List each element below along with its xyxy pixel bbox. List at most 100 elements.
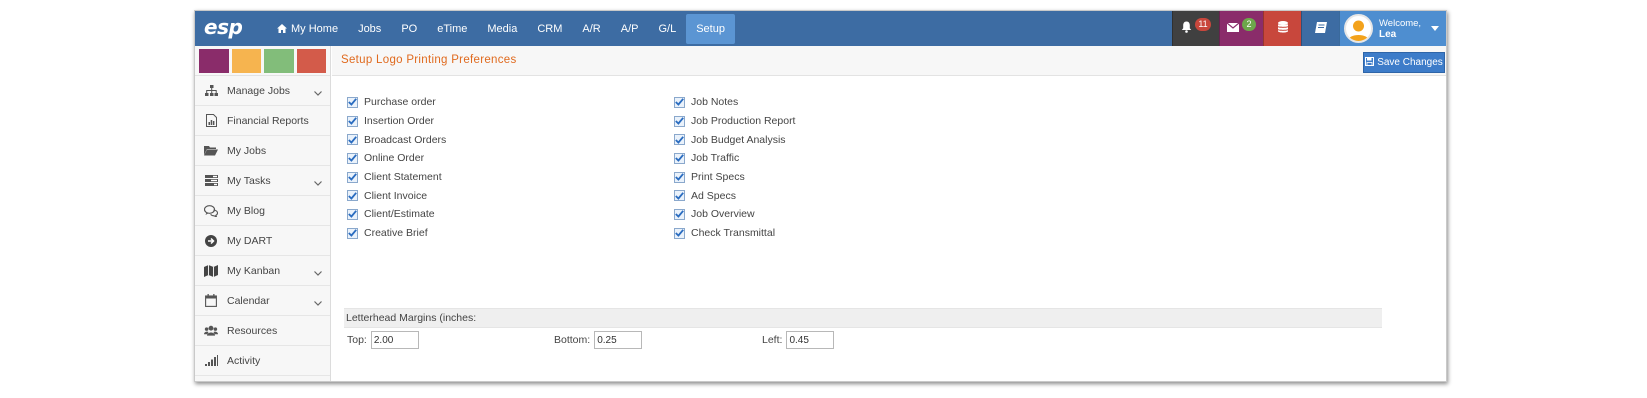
swatch-purple[interactable] bbox=[199, 48, 229, 73]
sidebar-item-manage-jobs[interactable]: Manage Jobs bbox=[195, 76, 330, 106]
nav-ar[interactable]: A/R bbox=[572, 14, 610, 44]
checkbox[interactable] bbox=[347, 208, 358, 220]
pref-label: Client Invoice bbox=[364, 189, 428, 202]
database-icon bbox=[1277, 21, 1288, 36]
messages-button[interactable]: 2 bbox=[1219, 11, 1263, 46]
sidebar-item-label: Resources bbox=[227, 324, 278, 337]
sidebar-item-label: My Blog bbox=[227, 204, 265, 217]
nav-label: A/P bbox=[620, 22, 639, 35]
pref-row: Insertion Order bbox=[347, 112, 446, 131]
notifications-badge: 11 bbox=[1195, 18, 1211, 31]
nav-label: Setup bbox=[696, 22, 725, 35]
pref-label: Check Transmittal bbox=[691, 227, 776, 240]
checkbox[interactable] bbox=[674, 190, 685, 202]
margin-top-input[interactable] bbox=[370, 331, 419, 349]
sidebar-item-resources[interactable]: Resources bbox=[195, 316, 330, 346]
chevron-down-icon bbox=[314, 87, 322, 96]
pref-label: Client/Estimate bbox=[364, 208, 435, 221]
checkbox[interactable] bbox=[674, 227, 685, 239]
sidebar-item-activity[interactable]: Activity bbox=[195, 346, 330, 376]
sidebar-item-financial-reports[interactable]: Financial Reports bbox=[195, 106, 330, 136]
sidebar-item-label: Calendar bbox=[227, 294, 270, 307]
pref-row: Job Budget Analysis bbox=[674, 130, 795, 149]
sidebar-item-my-kanban[interactable]: My Kanban bbox=[195, 256, 330, 286]
database-button[interactable] bbox=[1263, 11, 1301, 46]
nav-label: My Home bbox=[291, 22, 339, 35]
sidebar-item-label: My Tasks bbox=[227, 174, 271, 187]
nav-po[interactable]: PO bbox=[391, 14, 427, 44]
margin-top-label: Top: bbox=[347, 334, 367, 346]
nav-label: CRM bbox=[537, 22, 563, 35]
tasks-icon bbox=[204, 174, 218, 188]
avatar bbox=[1344, 14, 1373, 43]
pref-label: Print Specs bbox=[691, 171, 745, 184]
swatch-orange[interactable] bbox=[231, 48, 261, 73]
save-changes-button[interactable]: Save Changes bbox=[1363, 52, 1445, 73]
checkbox[interactable] bbox=[347, 227, 358, 239]
sidebar-item-label: My Kanban bbox=[227, 264, 281, 277]
checkbox[interactable] bbox=[347, 152, 358, 164]
nav-jobs[interactable]: Jobs bbox=[348, 14, 391, 44]
nav-etime[interactable]: eTime bbox=[427, 14, 477, 44]
theme-swatches bbox=[195, 46, 330, 76]
nav-ap[interactable]: A/P bbox=[611, 14, 649, 44]
help-book-button[interactable] bbox=[1301, 11, 1339, 46]
welcome-label: Welcome, bbox=[1379, 17, 1422, 29]
preferences-right-column: Job Notes Job Production Report Job Budg… bbox=[674, 93, 795, 243]
checkbox[interactable] bbox=[347, 171, 358, 183]
swatch-green[interactable] bbox=[264, 48, 294, 73]
nav-my-home[interactable]: My Home bbox=[267, 14, 348, 44]
comments-icon bbox=[204, 204, 218, 218]
pref-label: Creative Brief bbox=[364, 227, 428, 240]
pref-label: Purchase order bbox=[364, 96, 436, 109]
nav-gl[interactable]: G/L bbox=[648, 14, 686, 44]
checkbox[interactable] bbox=[674, 152, 685, 164]
checkbox[interactable] bbox=[347, 96, 358, 108]
swatch-red[interactable] bbox=[296, 48, 326, 73]
margin-bottom-label: Bottom: bbox=[554, 334, 591, 346]
sidebar-menu: Manage Jobs Financial Reports My Jobs My… bbox=[195, 76, 330, 376]
pref-row: Broadcast Orders bbox=[347, 130, 446, 149]
user-menu[interactable]: Welcome, Lea bbox=[1339, 11, 1446, 46]
pref-row: Job Production Report bbox=[674, 112, 795, 131]
page-title: Setup Logo Printing Preferences bbox=[341, 54, 517, 66]
save-label: Save Changes bbox=[1377, 57, 1443, 68]
sidebar-item-my-tasks[interactable]: My Tasks bbox=[195, 166, 330, 196]
nav-setup[interactable]: Setup bbox=[686, 13, 735, 44]
sidebar-item-my-jobs[interactable]: My Jobs bbox=[195, 136, 330, 166]
calendar-icon bbox=[204, 294, 218, 308]
nav-media[interactable]: Media bbox=[477, 14, 527, 44]
app-logo[interactable]: esp bbox=[204, 15, 243, 39]
pref-row: Job Overview bbox=[674, 205, 795, 224]
pref-label: Ad Specs bbox=[691, 189, 736, 202]
chevron-down-icon bbox=[314, 267, 322, 276]
checkbox[interactable] bbox=[347, 134, 358, 146]
letterhead-margins-heading: Letterhead Margins (inches: bbox=[344, 308, 1382, 328]
notifications-button[interactable]: 11 bbox=[1172, 11, 1219, 46]
checkbox[interactable] bbox=[347, 190, 358, 202]
margin-bottom-input[interactable] bbox=[594, 331, 643, 349]
pref-label: Client Statement bbox=[364, 171, 442, 184]
sidebar-item-calendar[interactable]: Calendar bbox=[195, 286, 330, 316]
checkbox[interactable] bbox=[674, 115, 685, 127]
sidebar-item-label: Manage Jobs bbox=[227, 84, 291, 97]
checkbox[interactable] bbox=[674, 96, 685, 108]
signal-icon bbox=[204, 354, 218, 368]
pref-row: Check Transmittal bbox=[674, 224, 795, 243]
nav-label: Media bbox=[487, 22, 518, 35]
app-window: esp My Home Jobs PO eTime Media CRM A/R … bbox=[194, 10, 1447, 382]
pref-label: Online Order bbox=[364, 152, 425, 165]
book-icon bbox=[1314, 21, 1327, 36]
margin-left-input[interactable] bbox=[786, 331, 835, 349]
checkbox[interactable] bbox=[674, 171, 685, 183]
sidebar-item-my-dart[interactable]: My DART bbox=[195, 226, 330, 256]
pref-label: Job Overview bbox=[691, 208, 755, 221]
nav-label: G/L bbox=[658, 22, 677, 35]
checkbox[interactable] bbox=[674, 208, 685, 220]
checkbox[interactable] bbox=[674, 134, 685, 146]
margin-top-field-group: Top: bbox=[347, 331, 419, 349]
folder-open-icon bbox=[204, 144, 218, 158]
sidebar-item-my-blog[interactable]: My Blog bbox=[195, 196, 330, 226]
nav-crm[interactable]: CRM bbox=[527, 14, 572, 44]
checkbox[interactable] bbox=[347, 115, 358, 127]
